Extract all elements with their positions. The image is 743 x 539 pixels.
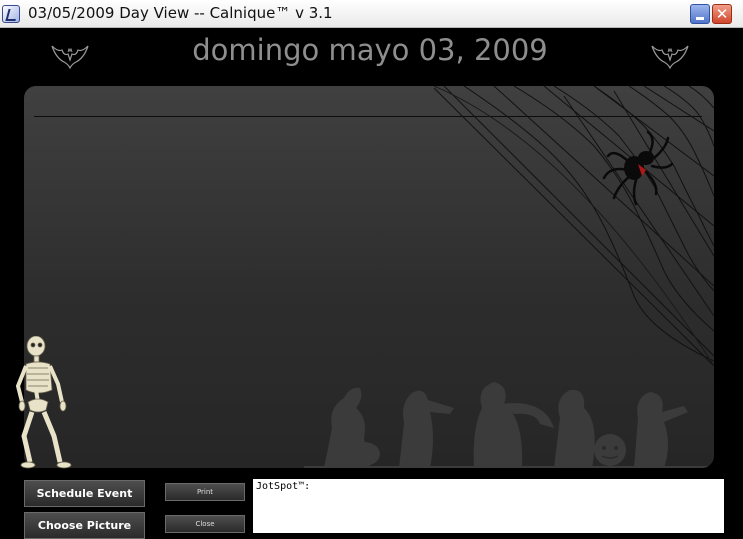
choose-picture-button[interactable]: Choose Picture bbox=[24, 512, 145, 539]
jotspot-textarea[interactable]: JotSpot™: bbox=[253, 479, 724, 533]
spider-image bbox=[602, 130, 674, 206]
bat-icon-right bbox=[651, 45, 689, 70]
halloween-monsters-silhouette bbox=[304, 382, 714, 468]
minimize-icon bbox=[696, 17, 704, 20]
window-title: 03/05/2009 Day View -- Calnique™ v 3.1 bbox=[28, 4, 333, 22]
schedule-event-button[interactable]: Schedule Event bbox=[24, 480, 145, 507]
window-titlebar: 03/05/2009 Day View -- Calnique™ v 3.1 ✕ bbox=[0, 0, 743, 28]
page-title-date: domingo mayo 03, 2009 bbox=[192, 33, 548, 67]
skeleton-image bbox=[15, 336, 72, 469]
jotspot-label: JotSpot™: bbox=[256, 481, 311, 492]
spider-web-image bbox=[434, 86, 714, 366]
window-right-border bbox=[737, 28, 743, 539]
close-button[interactable]: Close bbox=[165, 515, 245, 533]
day-events-panel[interactable] bbox=[24, 86, 714, 468]
close-icon: ✕ bbox=[715, 5, 729, 23]
print-button[interactable]: Print bbox=[165, 483, 245, 501]
close-window-button[interactable]: ✕ bbox=[712, 4, 732, 24]
calnique-app-icon[interactable] bbox=[2, 5, 20, 23]
bat-icon-left bbox=[51, 45, 89, 70]
minimize-button[interactable] bbox=[690, 4, 710, 24]
